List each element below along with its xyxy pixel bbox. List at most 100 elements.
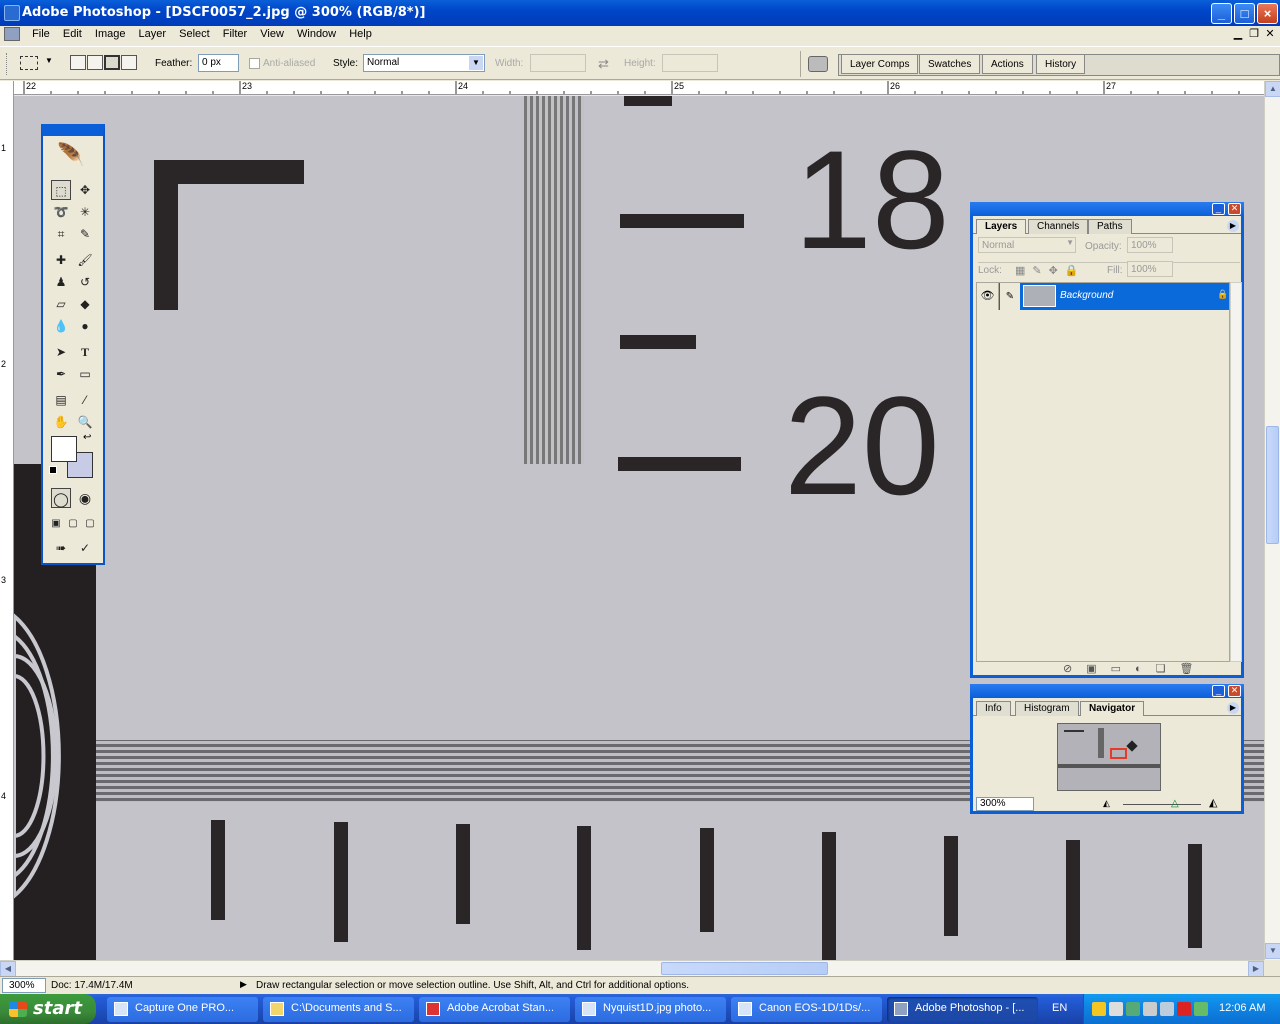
add-to-selection-icon[interactable] — [87, 55, 103, 70]
file-browser-icon[interactable] — [808, 56, 828, 72]
well-tab-layer-comps[interactable]: Layer Comps — [841, 54, 919, 74]
close-button[interactable]: × — [1257, 3, 1278, 24]
layers-palette-titlebar[interactable]: _ ✕ — [970, 202, 1244, 216]
scroll-down-icon[interactable]: ▼ — [1265, 943, 1280, 959]
palette-minimize-icon[interactable]: _ — [1212, 203, 1225, 215]
screen-mode-full-menu-icon[interactable]: ▢ — [65, 514, 81, 534]
zoom-in-icon[interactable]: ◭ — [1209, 796, 1217, 809]
navigator-zoom-input[interactable]: 300% — [976, 797, 1034, 811]
navigator-palette-titlebar[interactable]: _ ✕ — [970, 684, 1244, 698]
blend-mode-select[interactable]: Normal ▼ — [978, 237, 1076, 253]
path-selection-tool-icon[interactable]: ➤ — [51, 342, 71, 362]
minimize-button[interactable]: _ — [1211, 3, 1232, 24]
horizontal-scroll-thumb[interactable] — [661, 962, 828, 975]
zoom-tool-icon[interactable]: 🔍 — [75, 412, 95, 432]
menu-select[interactable]: Select — [174, 26, 215, 42]
type-tool-icon[interactable]: T — [75, 342, 95, 362]
healing-brush-tool-icon[interactable]: ✚ — [51, 250, 71, 270]
feather-logo-icon[interactable]: 🪶 — [57, 142, 97, 172]
menu-layer[interactable]: Layer — [134, 26, 172, 42]
well-tab-history[interactable]: History — [1036, 54, 1086, 74]
tray-app-icon[interactable] — [1160, 1002, 1174, 1016]
chevron-down-icon[interactable]: ▼ — [1066, 238, 1074, 247]
vertical-scrollbar[interactable]: ▲ ▼ — [1264, 81, 1280, 960]
status-menu-arrow-icon[interactable]: ▶ — [240, 979, 247, 990]
chevron-down-icon[interactable]: ▼ — [469, 56, 483, 70]
marquee-preset-icon[interactable] — [20, 56, 38, 70]
screen-mode-standard-icon[interactable]: ▣ — [48, 514, 64, 534]
swap-colors-icon[interactable]: ↩ — [83, 432, 91, 443]
menu-view[interactable]: View — [255, 26, 289, 42]
clone-stamp-tool-icon[interactable]: ♟ — [51, 272, 71, 292]
options-grip[interactable] — [6, 53, 8, 75]
task-capture-one[interactable]: Capture One PRO... — [107, 997, 258, 1022]
crop-tool-icon[interactable]: ⌗ — [51, 224, 71, 244]
scroll-left-icon[interactable]: ◀ — [0, 961, 16, 977]
dodge-tool-icon[interactable]: ● — [75, 316, 95, 336]
jump-to-imageready-icon[interactable]: ➠ — [51, 538, 71, 558]
eraser-tool-icon[interactable]: ▱ — [51, 294, 71, 314]
vertical-ruler[interactable]: 1 2 3 4 — [0, 81, 14, 961]
task-photoshop[interactable]: Adobe Photoshop - [... — [887, 997, 1038, 1022]
tab-layers[interactable]: Layers — [976, 219, 1027, 234]
document-icon[interactable] — [4, 27, 20, 41]
eyedropper-tool-icon[interactable]: ⁄ — [75, 390, 95, 410]
lock-icons[interactable]: ▦✎✥🔒 — [1015, 264, 1086, 277]
zoom-slider-thumb[interactable]: △ — [1171, 798, 1179, 809]
clock[interactable]: 12:06 AM — [1219, 1002, 1265, 1014]
doc-minimize-icon[interactable]: ▁ — [1230, 27, 1246, 40]
menu-window[interactable]: Window — [292, 26, 341, 42]
task-acrobat[interactable]: Adobe Acrobat Stan... — [419, 997, 570, 1022]
intersect-selection-icon[interactable] — [121, 55, 137, 70]
horizontal-scrollbar[interactable]: ◀ ▶ — [0, 960, 1264, 977]
preset-dropdown-icon[interactable]: ▼ — [45, 56, 53, 65]
network-icon[interactable] — [1109, 1002, 1123, 1016]
scroll-right-icon[interactable]: ▶ — [1248, 961, 1264, 977]
layers-footer-icons[interactable]: ⊘▣▭◐❏🗑 — [1063, 662, 1207, 675]
blur-tool-icon[interactable]: 💧 — [51, 316, 71, 336]
layers-scrollbar[interactable] — [1230, 282, 1242, 662]
lasso-tool-icon[interactable]: ➰ — [51, 202, 71, 222]
tab-paths[interactable]: Paths — [1088, 219, 1132, 234]
mail-icon[interactable] — [1177, 1002, 1191, 1016]
screen-mode-full-icon[interactable]: ▢ — [82, 514, 98, 534]
well-tab-actions[interactable]: Actions — [982, 54, 1033, 74]
security-shield-icon[interactable] — [1092, 1002, 1106, 1016]
start-button[interactable]: start — [0, 994, 96, 1024]
subtract-selection-icon[interactable] — [104, 55, 120, 70]
status-zoom-input[interactable]: 300% — [2, 978, 46, 993]
tab-channels[interactable]: Channels — [1028, 219, 1089, 234]
history-brush-tool-icon[interactable]: ↺ — [75, 272, 95, 292]
menu-help[interactable]: Help — [344, 26, 377, 42]
palette-minimize-icon[interactable]: _ — [1212, 685, 1225, 697]
scroll-up-icon[interactable]: ▲ — [1265, 81, 1280, 97]
brush-tool-icon[interactable]: 🖌 — [75, 250, 95, 270]
brush-link-icon[interactable]: ✎ — [1000, 283, 1020, 310]
edit-in-imageready-icon[interactable]: ✓ — [75, 538, 95, 558]
tray-app-icon[interactable] — [1194, 1002, 1208, 1016]
photoshop-app-icon[interactable] — [4, 5, 20, 21]
tray-app-icon[interactable] — [1143, 1002, 1157, 1016]
notes-tool-icon[interactable]: ▤ — [51, 390, 71, 410]
eye-icon[interactable]: 👁 — [977, 283, 999, 310]
move-tool-icon[interactable]: ✥ — [75, 180, 95, 200]
tab-info[interactable]: Info — [976, 701, 1011, 716]
menu-edit[interactable]: Edit — [58, 26, 87, 42]
zoom-slider[interactable] — [1123, 804, 1201, 805]
maximize-button[interactable]: □ — [1234, 3, 1255, 24]
feather-input[interactable]: 0 px — [198, 54, 239, 72]
language-indicator[interactable]: EN — [1052, 1002, 1067, 1014]
new-selection-icon[interactable] — [70, 55, 86, 70]
navigator-thumbnail[interactable] — [1057, 723, 1161, 791]
task-explorer[interactable]: C:\Documents and S... — [263, 997, 414, 1022]
tab-navigator[interactable]: Navigator — [1080, 701, 1145, 716]
opacity-input[interactable]: 100% — [1127, 237, 1173, 253]
palette-close-icon[interactable]: ✕ — [1228, 685, 1241, 697]
doc-close-icon[interactable]: ✕ — [1262, 27, 1278, 40]
style-select[interactable]: Normal ▼ — [363, 54, 485, 72]
menu-image[interactable]: Image — [90, 26, 131, 42]
horizontal-ruler[interactable]: 22 23 24 25 26 27 — [14, 81, 1264, 95]
vertical-scroll-thumb[interactable] — [1266, 426, 1279, 544]
palette-menu-icon[interactable]: ▶ — [1227, 702, 1239, 714]
well-tab-swatches[interactable]: Swatches — [919, 54, 981, 74]
